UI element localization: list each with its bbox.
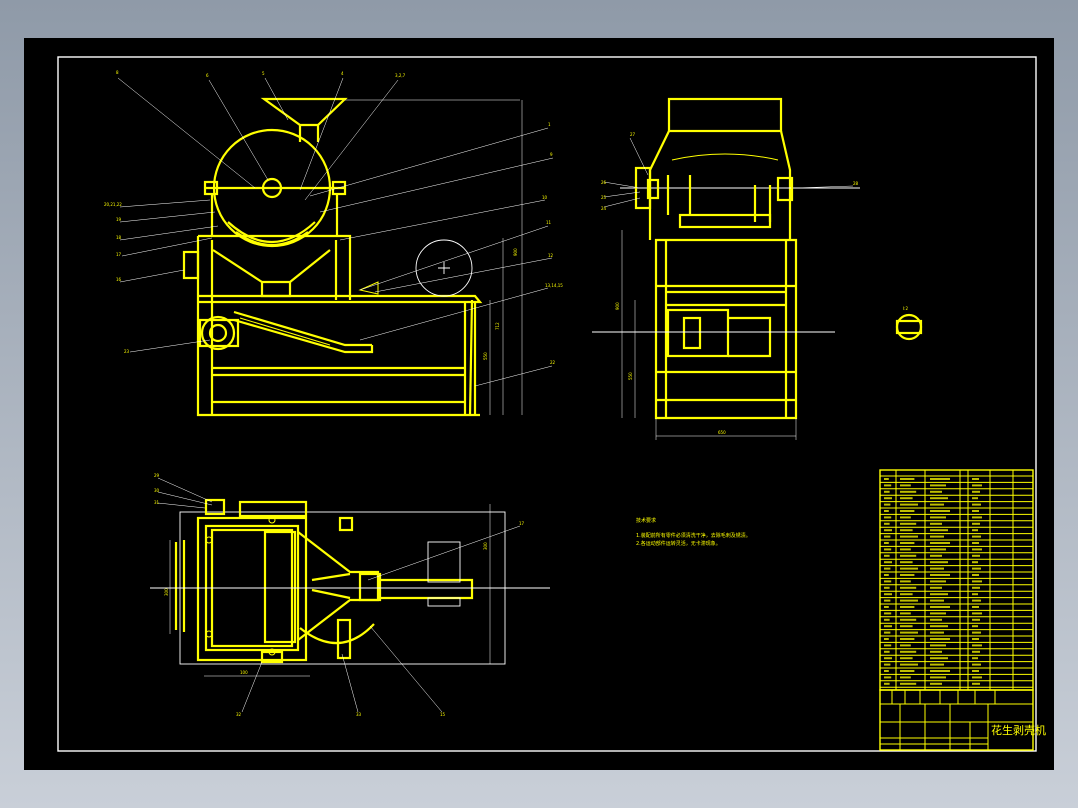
svg-text:100: 100 — [240, 670, 248, 675]
svg-text:31: 31 — [154, 500, 160, 505]
svg-text:8: 8 — [116, 70, 119, 75]
side-view: 27 26 25 24 28 650 900 550 — [592, 97, 860, 440]
svg-text:19: 19 — [116, 217, 122, 222]
svg-text:17: 17 — [519, 521, 525, 526]
title-block: 花生剥壳机 — [879, 689, 1046, 751]
svg-text:28: 28 — [853, 181, 859, 186]
sheet-border — [57, 56, 1037, 752]
svg-text:10: 10 — [542, 195, 548, 200]
tech-req-line-1: 1.装配前所有零件必须清洗干净，去除毛刺及锈渍。 — [636, 532, 751, 539]
svg-text:6: 6 — [206, 73, 209, 78]
svg-text:650: 650 — [718, 430, 726, 435]
svg-text:I:2: I:2 — [903, 306, 909, 311]
tech-req-line-2: 2.各运动部件运转灵活，无卡滞现象。 — [636, 540, 721, 547]
svg-text:900: 900 — [615, 302, 620, 310]
svg-text:18: 18 — [116, 235, 122, 240]
drawing-canvas[interactable]: 865 4 3,2,7 19 10 11 12 13,14,15 22 20,21,22… — [24, 38, 1054, 770]
svg-text:15: 15 — [440, 712, 446, 717]
svg-text:712: 712 — [495, 322, 500, 330]
svg-text:3,2,7: 3,2,7 — [395, 73, 406, 78]
svg-text:32: 32 — [236, 712, 242, 717]
svg-text:1: 1 — [548, 122, 551, 127]
svg-text:27: 27 — [630, 132, 636, 137]
svg-text:33: 33 — [356, 712, 362, 717]
machine-title: 花生剥壳机 — [991, 723, 1046, 737]
top-view: 29 30 31 17 32 33 15 100 300 300 — [150, 473, 550, 717]
svg-text:11: 11 — [546, 220, 552, 225]
svg-text:13,14,15: 13,14,15 — [545, 283, 563, 288]
svg-text:550: 550 — [628, 372, 633, 380]
svg-text:30: 30 — [154, 488, 160, 493]
svg-text:300: 300 — [164, 588, 169, 596]
front-view: 86 5 4 3,2,7 19 101112 13,14,1522 20,21,22… — [104, 70, 563, 417]
svg-text:550: 550 — [483, 352, 488, 360]
svg-text:22: 22 — [550, 360, 556, 365]
svg-text:16: 16 — [116, 277, 122, 282]
svg-text:20,21,22: 20,21,22 — [104, 202, 122, 207]
tech-req-heading: 技术要求 — [636, 517, 656, 524]
svg-text:26: 26 — [601, 180, 607, 185]
cad-window: 865 4 3,2,7 19 10 11 12 13,14,15 22 20,21,22… — [0, 0, 1078, 808]
detail-view: I:2 — [895, 306, 923, 341]
svg-text:12: 12 — [548, 253, 554, 258]
technical-requirements: 技术要求 1.装配前所有零件必须清洗干净，去除毛刺及锈渍。 2.各运动部件运转灵… — [636, 517, 751, 547]
parts-list-table — [879, 469, 1034, 691]
svg-text:23: 23 — [124, 349, 130, 354]
svg-text:9: 9 — [550, 152, 553, 157]
svg-text:900: 900 — [513, 248, 518, 256]
svg-text:5: 5 — [262, 71, 265, 76]
svg-text:300: 300 — [483, 542, 488, 550]
svg-text:17: 17 — [116, 252, 122, 257]
svg-text:4: 4 — [341, 71, 344, 76]
svg-text:29: 29 — [154, 473, 160, 478]
svg-text:25: 25 — [601, 195, 607, 200]
svg-text:24: 24 — [601, 206, 607, 211]
cad-drawing: 86 5 4 3,2,7 19 101112 13,14,1522 20,21,22… — [57, 56, 1046, 752]
